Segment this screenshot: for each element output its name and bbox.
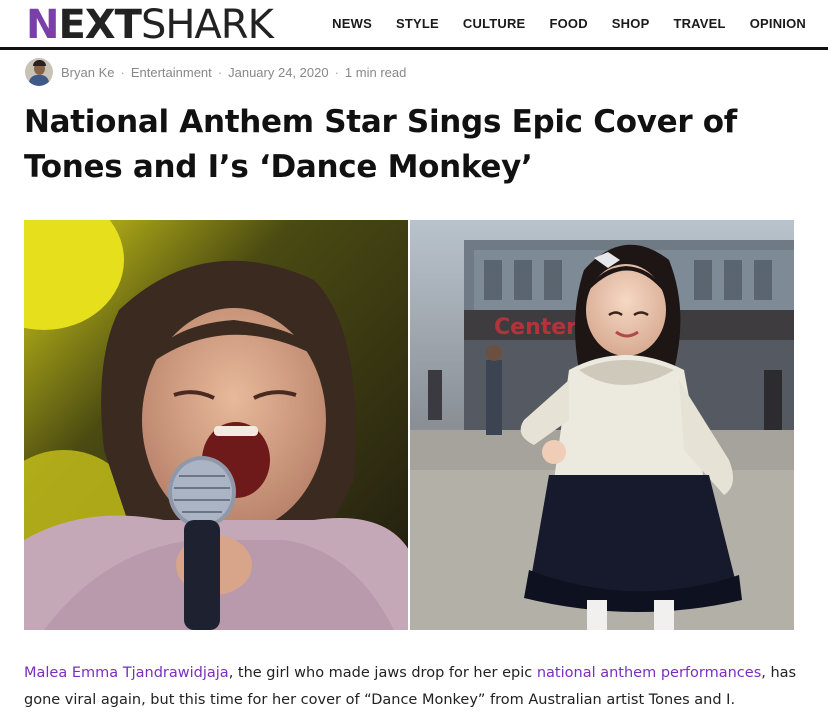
nav-item-shop[interactable]: SHOP [600, 16, 662, 31]
meta-separator: · [120, 64, 125, 80]
article-title: National Anthem Star Sings Epic Cover of… [24, 104, 737, 185]
link-national-anthem[interactable]: national anthem performances [537, 665, 761, 681]
article-meta: Bryan Ke · Entertainment · January 24, 2… [25, 58, 406, 86]
nav-item-opinion[interactable]: OPINION [738, 16, 818, 31]
logo-text-ext: EXT [58, 2, 141, 48]
link-malea[interactable]: Malea Emma Tjandrawidjaja [24, 665, 229, 681]
meta-separator: · [217, 64, 223, 80]
read-time: 1 min read [344, 64, 407, 80]
nav-item-travel[interactable]: TRAVEL [661, 16, 737, 31]
author-link[interactable]: Bryan Ke [61, 65, 114, 80]
nav-item-culture[interactable]: CULTURE [451, 16, 538, 31]
category-link[interactable]: Entertainment [131, 65, 212, 80]
author-avatar[interactable] [25, 58, 53, 86]
site-header: N EXT SHARK NEWS STYLE CULTURE FOOD SHOP T… [0, 0, 828, 50]
meta-separator: · [334, 64, 339, 80]
nav-item-news[interactable]: NEWS [320, 16, 384, 31]
hero-image: Center [24, 220, 794, 630]
nav-item-style[interactable]: STYLE [384, 16, 451, 31]
site-logo[interactable]: N EXT SHARK [26, 2, 274, 48]
article-body: Malea Emma Tjandrawidjaja, the girl who … [24, 660, 804, 714]
main-nav: NEWS STYLE CULTURE FOOD SHOP TRAVEL OPIN… [320, 16, 818, 31]
publish-date: January 24, 2020 [228, 64, 329, 80]
logo-letter-n: N [26, 2, 59, 48]
body-text-1: , the girl who made jaws drop for her ep… [228, 665, 537, 681]
logo-text-shark: SHARK [140, 2, 274, 48]
nav-item-food[interactable]: FOOD [537, 16, 599, 31]
svg-text:Center: Center [494, 315, 577, 340]
